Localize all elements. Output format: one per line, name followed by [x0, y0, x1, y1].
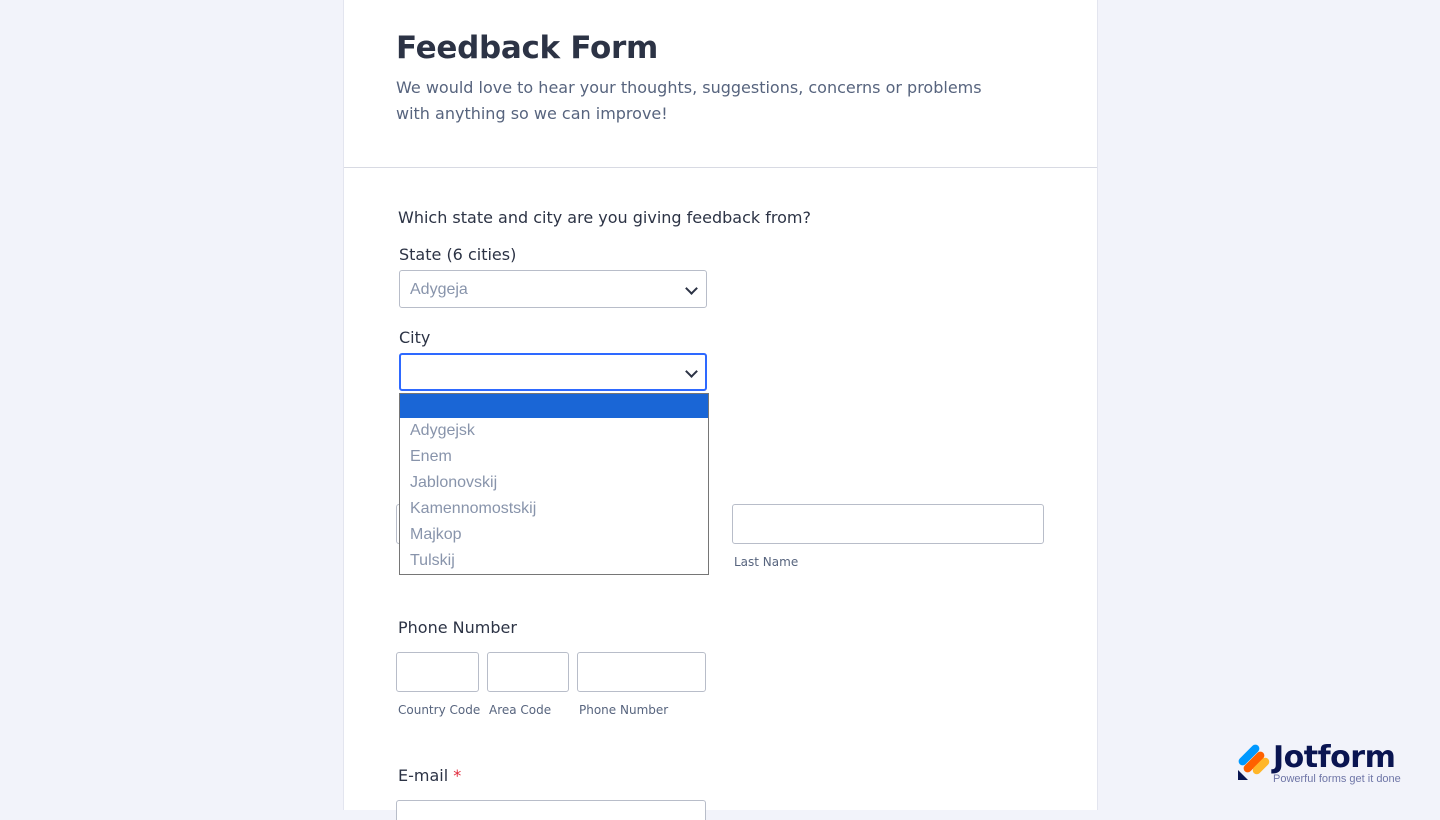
email-input[interactable]	[396, 800, 706, 820]
location-question: Which state and city are you giving feed…	[398, 208, 811, 227]
chevron-down-icon	[685, 365, 698, 378]
phone-label: Phone Number	[398, 618, 517, 637]
email-label-text: E-mail	[398, 766, 449, 785]
jotform-mark-icon	[1238, 744, 1270, 780]
city-label: City	[399, 328, 431, 347]
form-card: Feedback Form We would love to hear your…	[343, 0, 1098, 820]
last-name-input[interactable]	[732, 504, 1044, 544]
area-code-input[interactable]	[487, 652, 569, 692]
state-select[interactable]: Adygeja	[399, 270, 707, 308]
state-label: State (6 cities)	[399, 245, 517, 264]
country-code-input[interactable]	[396, 652, 479, 692]
jotform-logo[interactable]: Jotform Powerful forms get it done	[1236, 740, 1406, 788]
phone-number-input[interactable]	[577, 652, 706, 692]
form-title: Feedback Form	[396, 30, 658, 66]
required-asterisk: *	[453, 766, 462, 785]
city-option[interactable]: Jablonovskij	[400, 470, 708, 496]
area-code-sublabel: Area Code	[489, 703, 552, 717]
city-option-empty[interactable]	[400, 394, 708, 418]
email-label: E-mail *	[398, 766, 461, 785]
jotform-tagline: Powerful forms get it done	[1273, 773, 1401, 785]
country-code-sublabel: Country Code	[398, 703, 481, 717]
jotform-wordmark: Jotform	[1273, 740, 1396, 775]
city-dropdown-list[interactable]: Adygejsk Enem Jablonovskij Kamennomostsk…	[399, 393, 709, 575]
city-option[interactable]: Adygejsk	[400, 418, 708, 444]
city-option[interactable]: Tulskij	[400, 548, 708, 574]
form-header: Feedback Form We would love to hear your…	[344, 0, 1097, 168]
last-name-sublabel: Last Name	[734, 555, 799, 569]
phone-number-sublabel: Phone Number	[579, 703, 669, 717]
state-select-value: Adygeja	[410, 281, 468, 298]
form-subtitle: We would love to hear your thoughts, sug…	[396, 78, 982, 123]
city-option[interactable]: Kamennomostskij	[400, 496, 708, 522]
city-option[interactable]: Majkop	[400, 522, 708, 548]
city-select[interactable]	[399, 353, 707, 391]
city-option[interactable]: Enem	[400, 444, 708, 470]
chevron-down-icon	[685, 282, 698, 295]
